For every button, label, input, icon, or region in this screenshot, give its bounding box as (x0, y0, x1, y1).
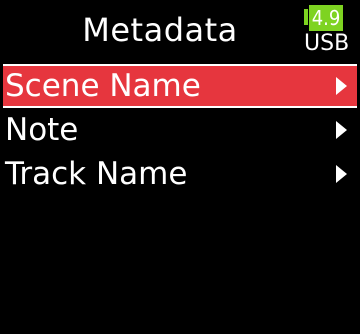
device-screen: Metadata 4.9 USB Scene Name Note Track N… (0, 0, 360, 334)
power-indicator: 4.9 USB (304, 5, 354, 57)
header-bar: Metadata 4.9 USB (0, 0, 360, 64)
menu-item-label: Track Name (5, 156, 188, 192)
menu-item-note[interactable]: Note (3, 108, 357, 152)
menu-item-scene-name[interactable]: Scene Name (3, 64, 357, 108)
battery-icon (304, 9, 308, 25)
power-source-label: USB (304, 31, 350, 56)
menu-item-label: Scene Name (5, 68, 201, 104)
menu-item-track-name[interactable]: Track Name (3, 152, 357, 196)
chevron-right-icon (336, 121, 347, 139)
menu-item-label: Note (5, 112, 79, 148)
page-title: Metadata (82, 11, 238, 49)
chevron-right-icon (336, 165, 347, 183)
metadata-menu: Scene Name Note Track Name (0, 64, 360, 196)
battery-level: 4.9 (309, 5, 343, 31)
chevron-right-icon (336, 77, 347, 95)
